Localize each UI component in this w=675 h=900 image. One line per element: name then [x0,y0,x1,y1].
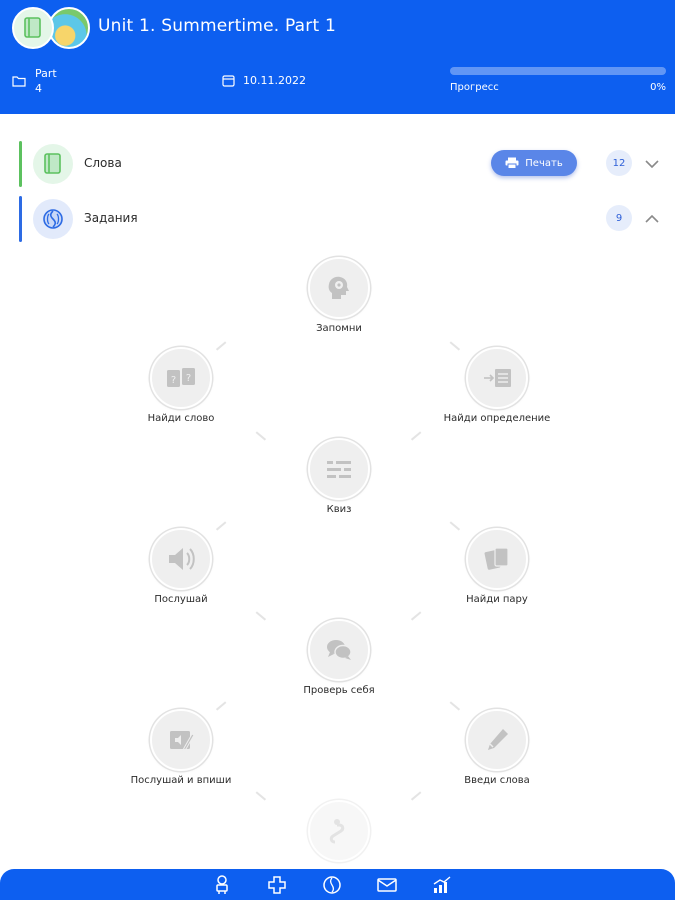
task-type-words[interactable]: Введи слова [422,709,572,786]
task-label: Послушай [154,594,208,605]
tasks-accent [19,196,22,242]
task-label: Проверь себя [303,685,375,696]
task-label: Найди слово [147,413,215,424]
robot-icon[interactable] [211,874,233,896]
task-label: Квиз [326,504,352,515]
part-label: Part [35,67,57,80]
pen-icon [466,709,528,771]
task-self-check[interactable]: Проверь себя [264,619,414,696]
chat-bubbles-icon [308,619,370,681]
task-label: Найди определение [443,413,551,424]
locked-task-icon [308,800,370,862]
tasks-icon [33,199,73,239]
question-cards-icon: ?? [150,347,212,409]
section-tasks-label: Задания [84,211,138,225]
calendar-icon [222,75,235,87]
task-label: Найди пару [466,594,528,605]
connector [255,791,267,801]
task-quiz[interactable]: Квиз [264,438,414,515]
printer-icon [505,157,519,169]
app-header: Unit 1. Summertime. Part 1 Part 4 10.11.… [0,0,675,114]
print-label: Печать [525,157,563,169]
print-button[interactable]: Печать [491,150,577,176]
chevron-up-icon[interactable] [642,209,662,229]
task-listen-write[interactable]: Послушай и впиши [106,709,256,786]
task-find-word[interactable]: ?? Найди слово [106,347,256,424]
task-locked[interactable] [264,800,414,866]
words-accent [19,141,22,187]
definition-icon [466,347,528,409]
speaker-icon [150,528,212,590]
svg-text:?: ? [171,375,176,386]
plus-icon[interactable] [266,874,288,896]
book-icon [12,7,54,49]
mail-icon[interactable] [376,874,398,896]
task-remember[interactable]: Запомни [264,257,414,334]
lesson-image [48,7,90,49]
task-find-pair[interactable]: Найди пару [422,528,572,605]
folder-icon [12,76,26,87]
stats-icon[interactable] [431,874,453,896]
task-label: Запомни [316,323,362,334]
chevron-down-icon[interactable] [642,154,662,174]
section-tasks[interactable]: Задания 9 [0,196,675,242]
progress-bar [450,67,666,75]
page-title: Unit 1. Summertime. Part 1 [98,16,336,36]
part-info: Part 4 [12,66,57,96]
listen-write-icon [150,709,212,771]
bottom-nav [0,869,675,900]
connector [410,791,422,801]
progress-value: 0% [650,82,666,93]
brain-tab-icon[interactable] [321,874,343,896]
quiz-icon [308,438,370,500]
task-label: Введи слова [464,775,530,786]
book-icon [33,144,73,184]
task-listen[interactable]: Послушай [106,528,256,605]
date-info: 10.11.2022 [222,74,306,87]
lesson-avatars [12,6,90,50]
pair-cards-icon [466,528,528,590]
task-label: Послушай и впиши [130,775,232,786]
brain-icon [308,257,370,319]
section-words-label: Слова [84,156,122,170]
section-words[interactable]: Слова Печать 12 [0,141,675,187]
svg-text:?: ? [186,373,191,384]
tasks-count-badge: 9 [606,205,632,231]
progress-label: Прогресс [450,82,499,93]
words-count-badge: 12 [606,150,632,176]
lesson-date: 10.11.2022 [243,74,306,87]
part-number: 4 [35,82,42,95]
task-find-definition[interactable]: Найди определение [422,347,572,424]
